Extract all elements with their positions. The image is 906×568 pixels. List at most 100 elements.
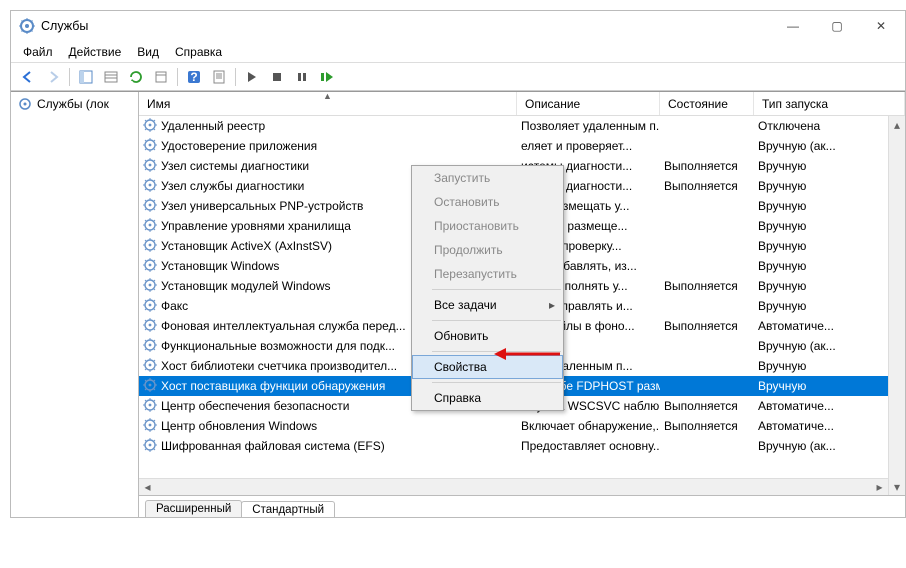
ctx-restart[interactable]: Перезапустить bbox=[412, 262, 563, 286]
table-row[interactable]: Центр обновления WindowsВключает обнаруж… bbox=[139, 416, 905, 436]
minimize-button[interactable]: — bbox=[771, 12, 815, 40]
gear-icon bbox=[143, 178, 157, 195]
gear-icon bbox=[143, 418, 157, 435]
cell-startup: Вручную bbox=[754, 159, 905, 173]
gear-icon bbox=[143, 198, 157, 215]
services-icon bbox=[19, 18, 35, 34]
table-row[interactable]: Удостоверение приложенияеляет и проверяе… bbox=[139, 136, 905, 156]
cell-name: Центр обновления Windows bbox=[139, 418, 517, 435]
cell-description: Предоставляет основну... bbox=[517, 439, 660, 453]
cell-startup: Вручную bbox=[754, 299, 905, 313]
close-button[interactable]: ✕ bbox=[859, 12, 903, 40]
tree-root-services[interactable]: Службы (лок bbox=[11, 92, 138, 116]
gear-icon bbox=[143, 398, 157, 415]
scroll-left-button[interactable]: ◂ bbox=[139, 479, 156, 495]
cell-state: Выполняется bbox=[660, 279, 754, 293]
cell-state: Выполняется bbox=[660, 399, 754, 413]
svg-text:?: ? bbox=[190, 70, 197, 84]
ctx-properties[interactable]: Свойства bbox=[412, 355, 563, 379]
chevron-right-icon: ▸ bbox=[549, 298, 555, 312]
cell-startup: Отключена bbox=[754, 119, 905, 133]
show-hide-tree-button[interactable] bbox=[75, 66, 97, 88]
cell-startup: Вручную bbox=[754, 359, 905, 373]
gear-icon bbox=[143, 158, 157, 175]
tree-root-label: Службы (лок bbox=[37, 97, 109, 111]
toolbar-separator bbox=[235, 68, 236, 86]
col-header-startup[interactable]: Тип запуска bbox=[754, 92, 905, 115]
cell-state: Выполняется bbox=[660, 319, 754, 333]
maximize-button[interactable]: ▢ bbox=[815, 12, 859, 40]
cell-startup: Вручную bbox=[754, 199, 905, 213]
col-header-name[interactable]: Имя▲ bbox=[139, 92, 517, 115]
cell-startup: Вручную bbox=[754, 239, 905, 253]
menu-help[interactable]: Справка bbox=[167, 43, 230, 61]
ctx-separator bbox=[432, 289, 561, 290]
ctx-start[interactable]: Запустить bbox=[412, 166, 563, 190]
cell-startup: Вручную bbox=[754, 179, 905, 193]
cell-startup: Вручную (ак... bbox=[754, 439, 905, 453]
cell-startup: Автоматиче... bbox=[754, 419, 905, 433]
gear-icon bbox=[143, 138, 157, 155]
gear-icon bbox=[143, 438, 157, 455]
tree-pane[interactable]: Службы (лок bbox=[11, 92, 139, 517]
ctx-refresh[interactable]: Обновить bbox=[412, 324, 563, 348]
toolbar-separator bbox=[177, 68, 178, 86]
ctx-resume[interactable]: Продолжить bbox=[412, 238, 563, 262]
ctx-pause[interactable]: Приостановить bbox=[412, 214, 563, 238]
ctx-separator bbox=[432, 320, 561, 321]
back-button[interactable] bbox=[17, 66, 39, 88]
column-headers: Имя▲ Описание Состояние Тип запуска bbox=[139, 92, 905, 116]
scroll-up-button[interactable]: ▴ bbox=[889, 116, 905, 133]
menu-action[interactable]: Действие bbox=[61, 43, 130, 61]
view-tabs: Расширенный Стандартный bbox=[139, 495, 905, 517]
cell-startup: Вручную bbox=[754, 219, 905, 233]
pause-service-button[interactable] bbox=[291, 66, 313, 88]
table-row[interactable]: Удаленный реестрПозволяет удаленным п...… bbox=[139, 116, 905, 136]
help-button[interactable]: ? bbox=[183, 66, 205, 88]
export-list-button[interactable] bbox=[150, 66, 172, 88]
menubar: Файл Действие Вид Справка bbox=[11, 41, 905, 63]
toolbar-separator bbox=[69, 68, 70, 86]
cell-startup: Вручную bbox=[754, 379, 905, 393]
gear-icon bbox=[17, 96, 33, 112]
gear-icon bbox=[143, 338, 157, 355]
cell-startup: Вручную bbox=[754, 259, 905, 273]
gear-icon bbox=[143, 358, 157, 375]
titlebar[interactable]: Службы — ▢ ✕ bbox=[11, 11, 905, 41]
properties-button[interactable] bbox=[208, 66, 230, 88]
ctx-stop[interactable]: Остановить bbox=[412, 190, 563, 214]
tab-standard[interactable]: Стандартный bbox=[241, 501, 335, 517]
ctx-separator bbox=[432, 351, 561, 352]
cell-description: Позволяет удаленным п... bbox=[517, 119, 660, 133]
gear-icon bbox=[143, 278, 157, 295]
stop-service-button[interactable] bbox=[266, 66, 288, 88]
gear-icon bbox=[143, 118, 157, 135]
menu-view[interactable]: Вид bbox=[129, 43, 167, 61]
start-service-button[interactable] bbox=[241, 66, 263, 88]
gear-icon bbox=[143, 378, 157, 395]
gear-icon bbox=[143, 238, 157, 255]
export-button[interactable] bbox=[100, 66, 122, 88]
cell-name: Удостоверение приложения bbox=[139, 138, 517, 155]
restart-service-button[interactable] bbox=[316, 66, 338, 88]
cell-state: Выполняется bbox=[660, 419, 754, 433]
tab-extended[interactable]: Расширенный bbox=[145, 500, 242, 517]
cell-description: еляет и проверяет... bbox=[517, 139, 660, 153]
menu-file[interactable]: Файл bbox=[15, 43, 61, 61]
col-header-description[interactable]: Описание bbox=[517, 92, 660, 115]
col-header-state[interactable]: Состояние bbox=[660, 92, 754, 115]
cell-description: Включает обнаружение,... bbox=[517, 419, 660, 433]
ctx-separator bbox=[432, 382, 561, 383]
table-row[interactable]: Шифрованная файловая система (EFS)Предос… bbox=[139, 436, 905, 456]
scroll-right-button[interactable]: ▸ bbox=[871, 479, 888, 495]
cell-startup: Вручную (ак... bbox=[754, 139, 905, 153]
toolbar: ? bbox=[11, 63, 905, 91]
gear-icon bbox=[143, 298, 157, 315]
vertical-scrollbar[interactable]: ▴ ▾ bbox=[888, 116, 905, 495]
scroll-down-button[interactable]: ▾ bbox=[889, 478, 905, 495]
horizontal-scrollbar[interactable]: ◂ ▸ bbox=[139, 478, 888, 495]
ctx-help[interactable]: Справка bbox=[412, 386, 563, 410]
refresh-button[interactable] bbox=[125, 66, 147, 88]
forward-button[interactable] bbox=[42, 66, 64, 88]
ctx-all-tasks[interactable]: Все задачи▸ bbox=[412, 293, 563, 317]
